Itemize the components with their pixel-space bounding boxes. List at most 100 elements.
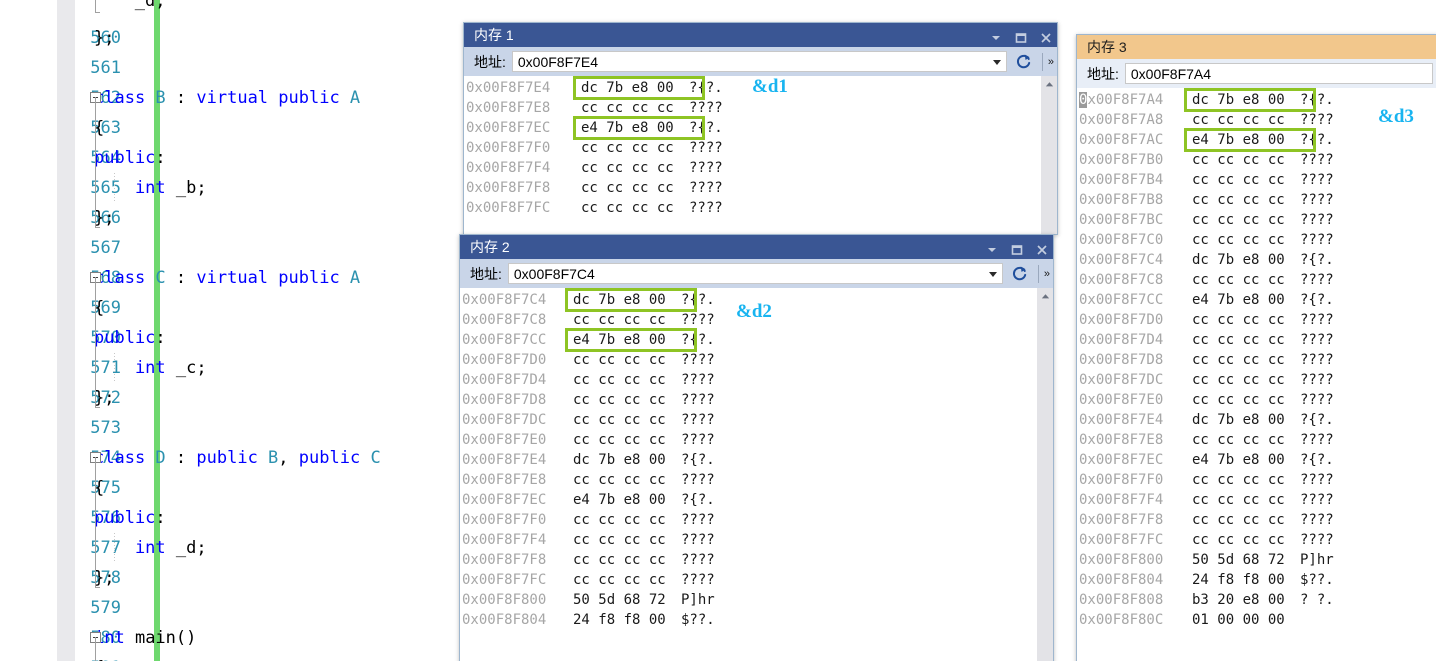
code-line[interactable]: int _b; (94, 173, 207, 203)
code-line[interactable]: public: (94, 143, 166, 173)
memory-row-hex[interactable]: cc cc cc cc (1192, 470, 1285, 490)
code-line[interactable]: }; (94, 563, 114, 593)
code-line[interactable]: public: (94, 323, 166, 353)
toolbar-overflow-icon[interactable]: » (1048, 56, 1054, 68)
memory-row-ascii: ???? (681, 472, 715, 488)
address-input-2[interactable]: 0x00F8F7C4 (507, 263, 1003, 284)
memory-row-hex[interactable]: 50 5d 68 72 (573, 590, 666, 610)
memory-row-hex[interactable]: cc cc cc cc (1192, 510, 1285, 530)
memory-row-hex[interactable]: cc cc cc cc (573, 510, 666, 530)
memory-row-hex[interactable]: dc 7b e8 00 (1192, 250, 1285, 270)
memory-row-hex[interactable]: b3 20 e8 00 (1192, 590, 1285, 610)
scroll-up-icon[interactable] (1037, 288, 1053, 305)
memory-row-hex[interactable]: e4 7b e8 00 (1192, 130, 1285, 150)
refresh-icon[interactable] (1007, 262, 1033, 286)
toolbar-overflow-icon[interactable]: » (1044, 268, 1050, 280)
memory-window-2[interactable]: 内存 2 地址: 0x00F8F7C4 » 0x00F8F7C4 dc 7b e… (459, 234, 1054, 661)
memory-row-hex[interactable]: 01 00 00 00 (1192, 610, 1285, 630)
memory-row-hex[interactable]: e4 7b e8 00 (1192, 450, 1285, 470)
code-line[interactable]: }; (94, 203, 114, 233)
memory-row-hex[interactable]: e4 7b e8 00 (573, 490, 666, 510)
code-line[interactable]: int _c; (94, 353, 207, 383)
memory-row-hex[interactable]: cc cc cc cc (1192, 170, 1285, 190)
memory-row-hex[interactable]: cc cc cc cc (1192, 430, 1285, 450)
vertical-scrollbar[interactable] (1041, 76, 1057, 234)
code-line[interactable]: public: (94, 503, 166, 533)
code-line[interactable]: }; (94, 23, 114, 53)
fold-region-line (95, 277, 96, 407)
code-line[interactable]: class D : public B, public C (94, 443, 381, 473)
memory-dump-3[interactable]: 0x00F8F7A4 dc 7b e8 00 ?{?. 0x00F8F7A8 cc cc… (1077, 88, 1436, 661)
memory-row-hex[interactable]: cc cc cc cc (1192, 270, 1285, 290)
memory-row-hex[interactable]: e4 7b e8 00 (1192, 290, 1285, 310)
chevron-down-icon[interactable] (985, 240, 999, 254)
memory-row-hex[interactable]: cc cc cc cc (573, 370, 666, 390)
memory-row-hex[interactable]: dc 7b e8 00 (581, 78, 674, 98)
memory-row-hex[interactable]: cc cc cc cc (581, 138, 674, 158)
refresh-icon[interactable] (1011, 50, 1037, 74)
address-dropdown-icon[interactable] (988, 271, 997, 277)
memory-row-hex[interactable]: 50 5d 68 72 (1192, 550, 1285, 570)
memory-row-hex[interactable]: cc cc cc cc (581, 158, 674, 178)
memory-dump-2[interactable]: 0x00F8F7C4 dc 7b e8 00 ?{?. 0x00F8F7C8 cc cc… (460, 288, 1053, 661)
memory-row-hex[interactable]: e4 7b e8 00 (573, 330, 666, 350)
memory-window-2-titlebar[interactable]: 内存 2 (460, 235, 1053, 259)
address-input-1[interactable]: 0x00F8F7E4 (511, 51, 1007, 72)
memory-row-hex[interactable]: cc cc cc cc (573, 350, 666, 370)
memory-window-1-titlebar[interactable]: 内存 1 (464, 23, 1057, 47)
memory-window-1-toolbar[interactable]: 地址: 0x00F8F7E4 » (464, 47, 1057, 76)
memory-window-3-titlebar[interactable]: 内存 3 (1077, 35, 1436, 59)
memory-row-hex[interactable]: cc cc cc cc (1192, 230, 1285, 250)
maximize-icon[interactable] (1010, 240, 1024, 255)
close-icon[interactable] (1039, 28, 1053, 43)
memory-row-hex[interactable]: cc cc cc cc (573, 570, 666, 590)
memory-row-hex[interactable]: cc cc cc cc (1192, 350, 1285, 370)
memory-row-hex[interactable]: cc cc cc cc (1192, 370, 1285, 390)
chevron-down-icon[interactable] (989, 28, 1003, 42)
memory-row-hex[interactable]: cc cc cc cc (581, 178, 674, 198)
memory-row-hex[interactable]: dc 7b e8 00 (1192, 410, 1285, 430)
memory-row-hex[interactable]: cc cc cc cc (573, 310, 666, 330)
memory-row-hex[interactable]: cc cc cc cc (573, 530, 666, 550)
memory-row-hex[interactable]: cc cc cc cc (581, 98, 674, 118)
code-line[interactable]: int _d; (94, 533, 207, 563)
maximize-icon[interactable] (1014, 28, 1028, 43)
memory-row-hex[interactable]: cc cc cc cc (573, 470, 666, 490)
code-line[interactable]: class B : virtual public A (94, 83, 360, 113)
memory-row-hex[interactable]: cc cc cc cc (573, 430, 666, 450)
code-text-area[interactable]: _d;}; class B : virtual public A{public: … (75, 0, 475, 661)
memory-row-hex[interactable]: cc cc cc cc (1192, 530, 1285, 550)
memory-row-hex[interactable]: cc cc cc cc (573, 410, 666, 430)
memory-row-hex[interactable]: dc 7b e8 00 (1192, 90, 1285, 110)
memory-window-3[interactable]: 内存 3 地址: 0x00F8F7A4 0x00F8F7A4 dc 7b e8 0… (1076, 34, 1436, 661)
address-dropdown-icon[interactable] (992, 59, 1001, 65)
code-line[interactable]: class C : virtual public A (94, 263, 360, 293)
memory-row-hex[interactable]: cc cc cc cc (1192, 310, 1285, 330)
memory-row-hex[interactable]: cc cc cc cc (1192, 110, 1285, 130)
code-line[interactable]: int main() (94, 623, 196, 653)
address-input-3[interactable]: 0x00F8F7A4 (1124, 63, 1433, 84)
memory-row-hex[interactable]: cc cc cc cc (573, 390, 666, 410)
memory-row-hex[interactable]: cc cc cc cc (581, 198, 674, 218)
memory-row-hex[interactable]: 24 f8 f8 00 (1192, 570, 1285, 590)
editor-breakpoint-gutter[interactable] (57, 0, 75, 661)
memory-row-hex[interactable]: dc 7b e8 00 (573, 290, 666, 310)
memory-row-hex[interactable]: dc 7b e8 00 (573, 450, 666, 470)
vertical-scrollbar[interactable] (1037, 288, 1053, 661)
close-icon[interactable] (1035, 240, 1049, 255)
memory-row-hex[interactable]: 24 f8 f8 00 (573, 610, 666, 630)
scroll-up-icon[interactable] (1041, 76, 1057, 93)
memory-row-hex[interactable]: cc cc cc cc (1192, 390, 1285, 410)
memory-row-hex[interactable]: cc cc cc cc (1192, 330, 1285, 350)
memory-row-hex[interactable]: cc cc cc cc (1192, 190, 1285, 210)
memory-row-hex[interactable]: cc cc cc cc (1192, 150, 1285, 170)
memory-row-hex[interactable]: cc cc cc cc (1192, 490, 1285, 510)
memory-row-hex[interactable]: e4 7b e8 00 (581, 118, 674, 138)
code-line[interactable]: }; (94, 383, 114, 413)
memory-dump-1[interactable]: 0x00F8F7E4 dc 7b e8 00 ?{?. 0x00F8F7E8 cc cc… (464, 76, 1057, 234)
memory-window-2-toolbar[interactable]: 地址: 0x00F8F7C4 » (460, 259, 1053, 288)
memory-row-hex[interactable]: cc cc cc cc (1192, 210, 1285, 230)
memory-window-3-toolbar[interactable]: 地址: 0x00F8F7A4 (1077, 59, 1436, 88)
memory-row-hex[interactable]: cc cc cc cc (573, 550, 666, 570)
memory-window-1[interactable]: 内存 1 地址: 0x00F8F7E4 » 0x00F8F7E4 dc 7b e… (463, 22, 1058, 235)
